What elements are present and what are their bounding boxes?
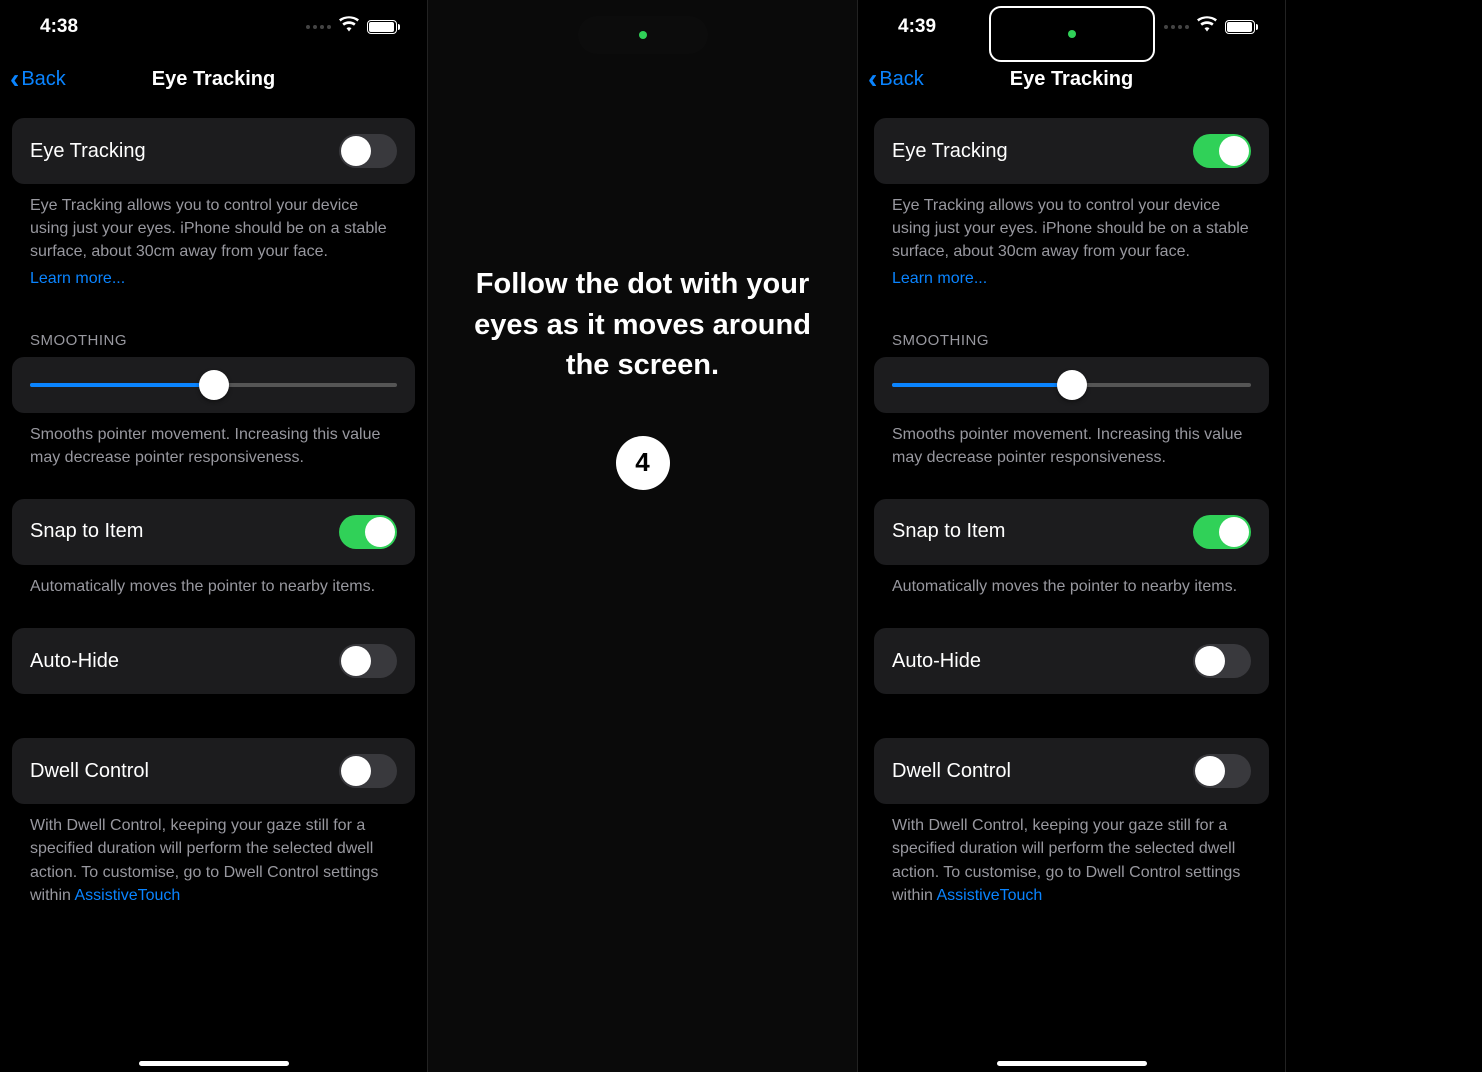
snap-desc: Automatically moves the pointer to nearb… [874,565,1269,598]
dwell-desc: With Dwell Control, keeping your gaze st… [12,804,415,907]
learn-more-link[interactable]: Learn more... [874,264,1269,302]
smoothing-desc: Smooths pointer movement. Increasing thi… [874,413,1269,469]
snap-row[interactable]: Snap to Item [12,499,415,565]
cell-signal-icon [1164,25,1189,29]
calibration-countdown: 4 [616,436,670,490]
dynamic-island [578,16,708,54]
page-title: Eye Tracking [1010,68,1133,91]
dwell-label: Dwell Control [30,760,149,783]
snap-label: Snap to Item [30,520,143,543]
battery-icon [1225,20,1255,34]
nav-bar: ‹ Back Eye Tracking [858,54,1285,104]
dwell-label: Dwell Control [892,760,1011,783]
snap-toggle[interactable] [339,515,397,549]
slider-thumb[interactable] [199,370,229,400]
page-title: Eye Tracking [152,68,275,91]
eye-tracking-desc: Eye Tracking allows you to control your … [874,184,1269,264]
snap-label: Snap to Item [892,520,1005,543]
smoothing-desc: Smooths pointer movement. Increasing thi… [12,413,415,469]
home-indicator[interactable] [139,1061,289,1066]
autohide-row[interactable]: Auto-Hide [12,628,415,694]
back-label: Back [21,68,65,91]
eye-tracking-desc: Eye Tracking allows you to control your … [12,184,415,264]
back-button[interactable]: ‹ Back [10,68,66,91]
smoothing-slider[interactable] [892,383,1251,387]
smoothing-slider-cell[interactable] [12,357,415,413]
eye-tracking-row[interactable]: Eye Tracking [12,118,415,184]
wifi-icon [339,16,359,38]
wifi-icon [1197,16,1217,38]
autohide-row[interactable]: Auto-Hide [874,628,1269,694]
camera-indicator-icon [1068,30,1076,38]
dwell-toggle[interactable] [339,754,397,788]
slider-thumb[interactable] [1057,370,1087,400]
status-bar: 4:38 [0,0,427,54]
status-time: 4:38 [40,16,78,38]
dwell-row[interactable]: Dwell Control [874,738,1269,804]
status-time: 4:39 [898,16,936,38]
home-indicator[interactable] [997,1061,1147,1066]
autohide-label: Auto-Hide [892,650,981,673]
assistivetouch-link[interactable]: AssistiveTouch [936,887,1042,904]
back-label: Back [879,68,923,91]
eye-tracking-row[interactable]: Eye Tracking [874,118,1269,184]
dwell-row[interactable]: Dwell Control [12,738,415,804]
smoothing-slider[interactable] [30,383,397,387]
camera-indicator-icon [639,31,647,39]
eye-tracking-toggle[interactable] [339,134,397,168]
smoothing-header: SMOOTHING [874,302,1269,349]
cell-signal-icon [306,25,331,29]
learn-more-link[interactable]: Learn more... [12,264,415,302]
autohide-toggle[interactable] [1193,644,1251,678]
autohide-label: Auto-Hide [30,650,119,673]
snap-desc: Automatically moves the pointer to nearb… [12,565,415,598]
dwell-toggle[interactable] [1193,754,1251,788]
battery-icon [367,20,397,34]
calibration-instruction: Follow the dot with your eyes as it move… [428,264,857,386]
autohide-toggle[interactable] [339,644,397,678]
back-button[interactable]: ‹ Back [868,68,924,91]
eye-tracking-label: Eye Tracking [892,140,1008,163]
eye-tracking-toggle[interactable] [1193,134,1251,168]
snap-row[interactable]: Snap to Item [874,499,1269,565]
nav-bar: ‹ Back Eye Tracking [0,54,427,104]
dwell-desc: With Dwell Control, keeping your gaze st… [874,804,1269,907]
smoothing-header: SMOOTHING [12,302,415,349]
smoothing-slider-cell[interactable] [874,357,1269,413]
assistivetouch-link[interactable]: AssistiveTouch [74,887,180,904]
eye-tracking-label: Eye Tracking [30,140,146,163]
snap-toggle[interactable] [1193,515,1251,549]
